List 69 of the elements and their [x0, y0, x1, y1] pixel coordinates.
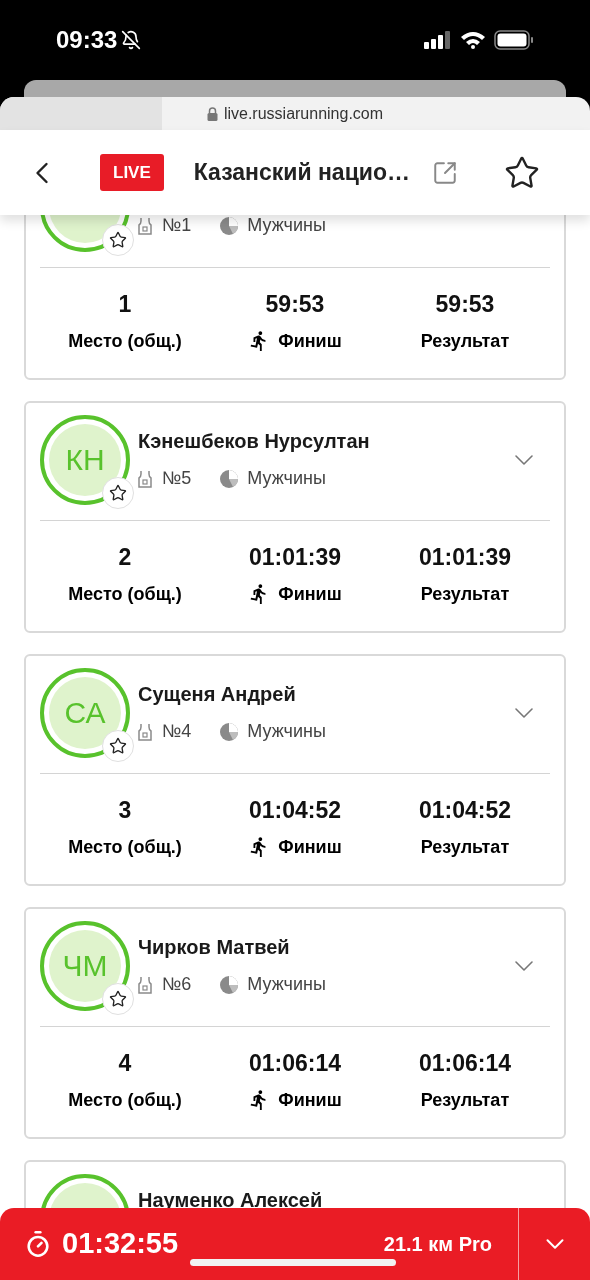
category: Мужчины	[247, 215, 326, 237]
bib-number: №4	[162, 720, 192, 743]
stat-label: Место (общ.)	[68, 582, 182, 606]
stat-label: Результат	[420, 1088, 510, 1112]
favorite-button[interactable]	[102, 224, 134, 256]
bib-number: №6	[162, 973, 192, 996]
stopwatch-icon	[24, 1230, 52, 1258]
jersey-icon	[138, 469, 152, 488]
athlete-name: Чирков Матвей	[138, 935, 291, 959]
stat-label: Результат	[420, 329, 510, 353]
stat-label: Финиш	[278, 329, 342, 353]
jersey-icon	[138, 975, 152, 994]
race-timer: 01:32:55	[62, 1226, 179, 1262]
pie-chart-icon	[219, 468, 240, 489]
bib-number: №5	[162, 467, 192, 490]
stat-label: Финиш	[278, 582, 342, 606]
star-icon	[109, 231, 127, 249]
external-link-icon[interactable]	[432, 159, 458, 186]
stat-value: 59:53	[265, 290, 325, 318]
avatar-initials: ЧМ	[62, 951, 108, 981]
star-icon	[109, 737, 127, 755]
athlete-name: Науменко Алексей	[138, 1188, 324, 1212]
favorite-button[interactable]	[102, 983, 134, 1015]
wifi-icon	[460, 31, 486, 49]
stat-label: Финиш	[278, 1088, 342, 1112]
url-text: live.russiarunning.com	[223, 103, 384, 124]
stat-value: 3	[118, 796, 132, 824]
pie-chart-icon	[219, 721, 240, 742]
athlete-name: Кэнешбеков Нурсултан	[138, 429, 371, 453]
athlete-name: Сущеня Андрей	[138, 682, 297, 706]
category: Мужчины	[247, 467, 326, 490]
signal-icon	[424, 31, 452, 49]
stat-value: 4	[118, 1049, 132, 1077]
stat-value: 01:04:52	[248, 796, 342, 824]
address-bar[interactable]: live.russiarunning.com	[0, 97, 590, 130]
stat-value: 2	[118, 543, 132, 571]
stat-value: 1	[118, 290, 132, 318]
stat-label: Финиш	[278, 835, 342, 859]
pie-chart-icon	[219, 974, 240, 995]
jersey-icon	[138, 722, 152, 741]
avatar-initials: КН	[65, 445, 105, 475]
jersey-icon	[138, 216, 152, 235]
stat-label: Результат	[420, 582, 510, 606]
category: Мужчины	[247, 720, 326, 743]
stat-label: Место (общ.)	[68, 329, 182, 353]
stat-label: Место (общ.)	[68, 835, 182, 859]
stat-value: 01:01:39	[248, 543, 342, 571]
live-badge: LIVE	[100, 153, 164, 192]
page-title: Казанский нацио…	[193, 158, 410, 188]
stat-value: 59:53	[435, 290, 495, 318]
stat-value: 01:06:14	[248, 1049, 342, 1077]
stat-label: Результат	[420, 835, 510, 859]
star-icon[interactable]	[504, 154, 540, 191]
stat-value: 01:04:52	[418, 796, 512, 824]
battery-icon	[494, 30, 534, 50]
category: Мужчины	[247, 973, 326, 996]
clock-time: 09:33	[56, 25, 118, 55]
stat-label: Место (общ.)	[68, 1088, 182, 1112]
star-icon	[109, 484, 127, 502]
bib-number: №1	[162, 215, 192, 237]
race-distance: 21.1 км Pro	[383, 1232, 492, 1257]
stat-value: 01:01:39	[418, 543, 512, 571]
favorite-button[interactable]	[102, 477, 134, 509]
star-icon	[109, 990, 127, 1008]
favorite-button[interactable]	[102, 730, 134, 762]
stat-value: 01:06:14	[418, 1049, 512, 1077]
muted-bell-icon	[121, 30, 142, 50]
lock-icon	[206, 106, 218, 121]
avatar-initials: СА	[64, 698, 106, 728]
